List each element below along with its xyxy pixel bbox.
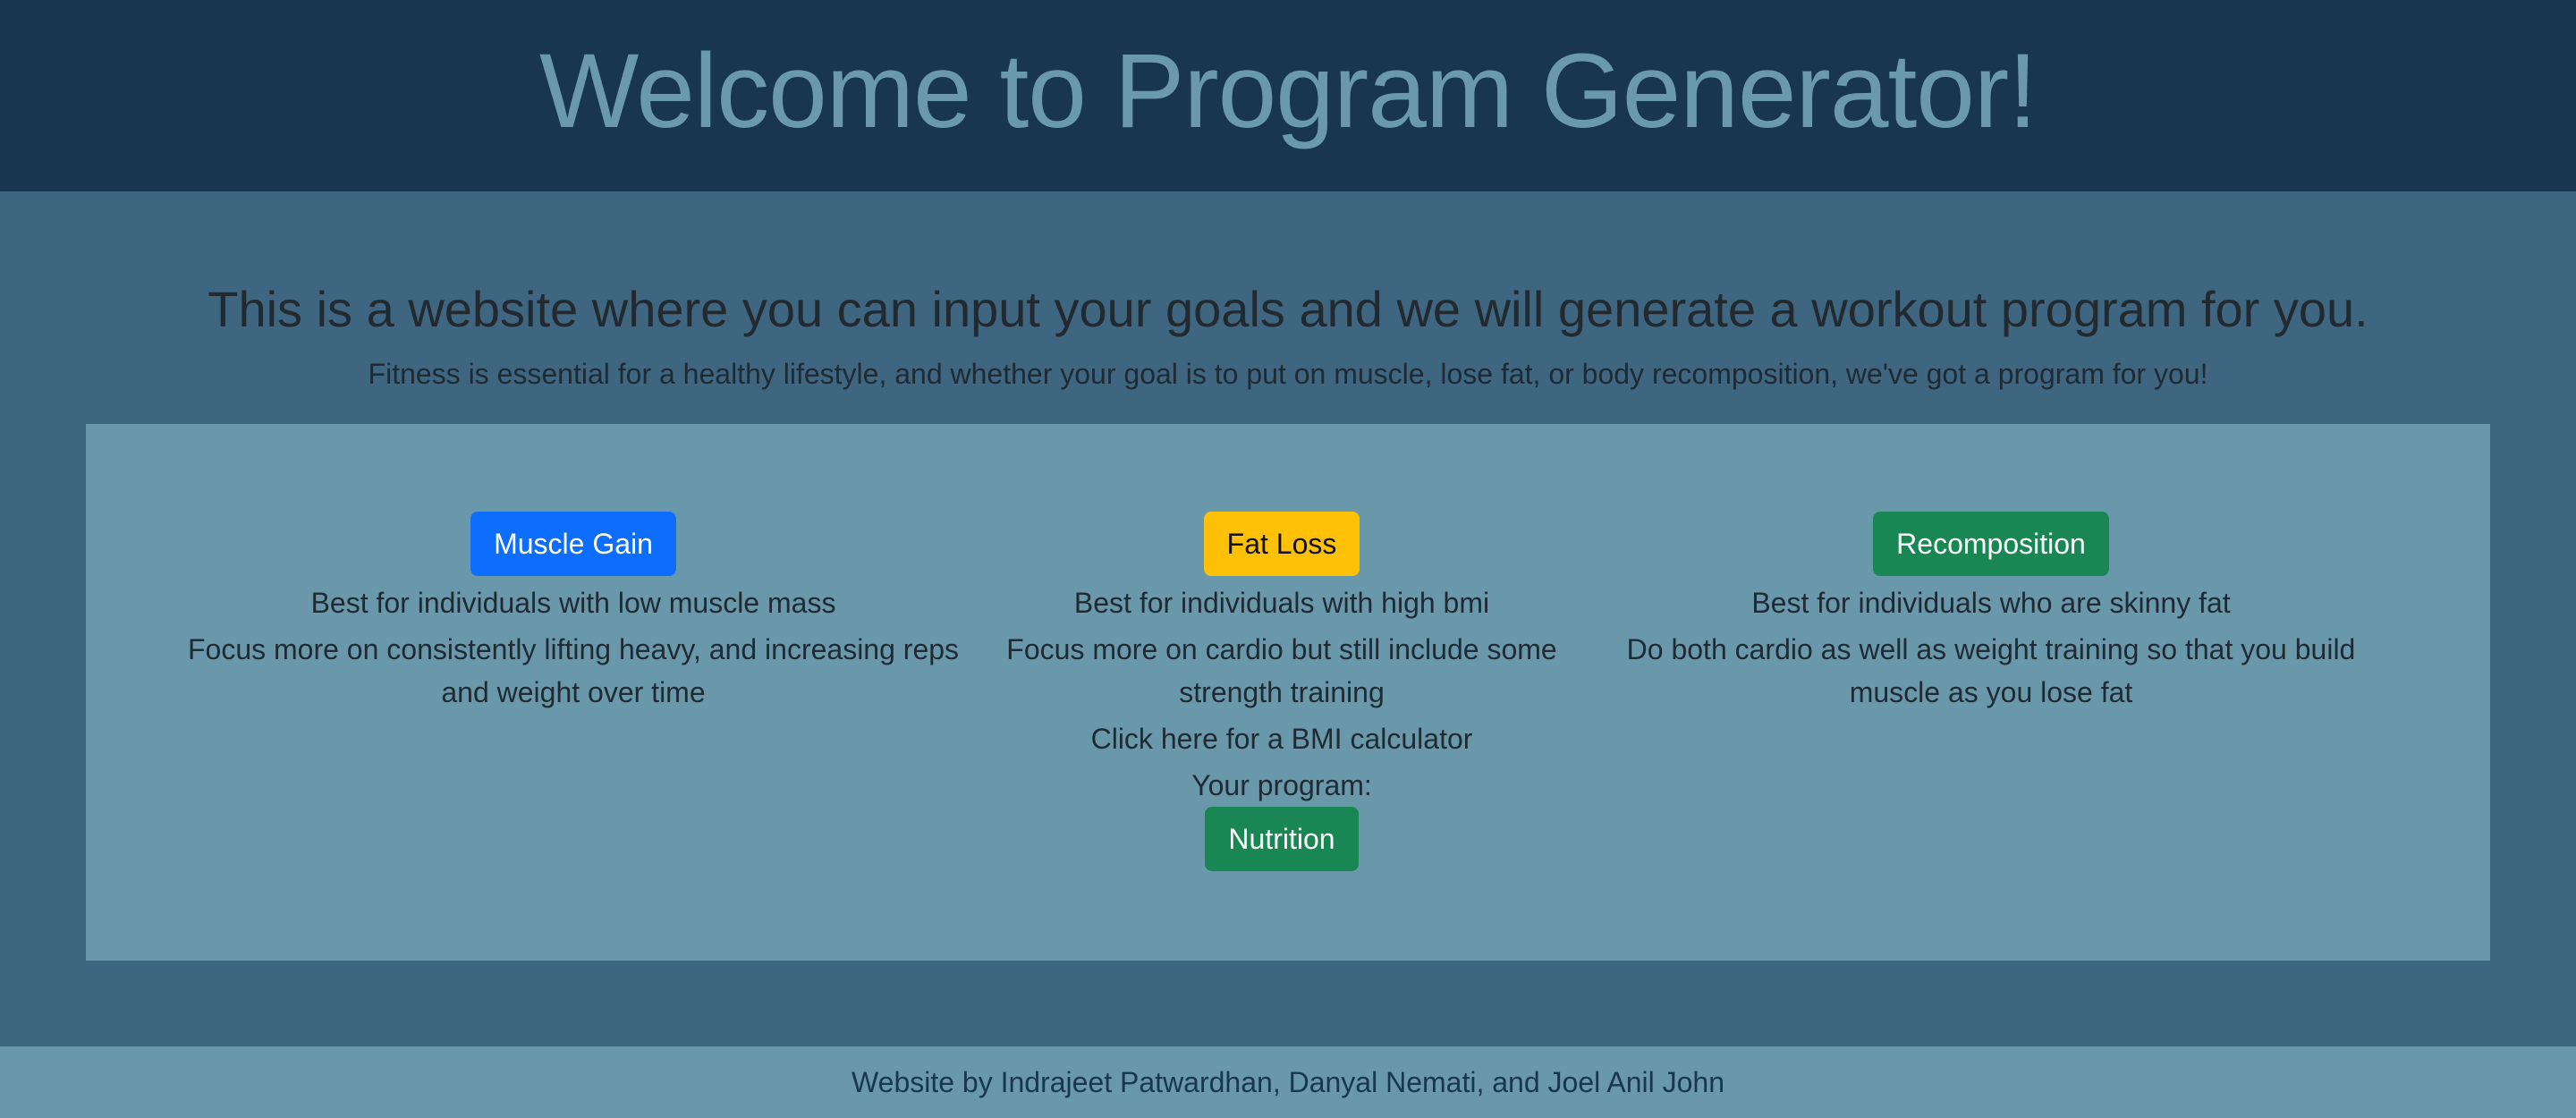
program-column-muscle-gain: Muscle Gain Best for individuals with lo… xyxy=(175,512,971,714)
program-column-recomposition: Recomposition Best for individuals who a… xyxy=(1606,512,2376,714)
fat-loss-focus: Focus more on cardio but still include s… xyxy=(1006,633,1557,708)
page-header: Welcome to Program Generator! xyxy=(0,0,2576,191)
recomposition-button[interactable]: Recomposition xyxy=(1873,512,2109,576)
main-content: This is a website where you can input yo… xyxy=(0,191,2576,1046)
intro-headline: This is a website where you can input yo… xyxy=(208,281,2368,337)
page-footer: Website by Indrajeet Patwardhan, Danyal … xyxy=(0,1046,2576,1118)
footer-credits: Website by Indrajeet Patwardhan, Danyal … xyxy=(852,1065,1724,1098)
recomposition-best-for: Best for individuals who are skinny fat xyxy=(1751,587,2231,619)
muscle-gain-best-for: Best for individuals with low muscle mas… xyxy=(310,587,836,619)
page-title: Welcome to Program Generator! xyxy=(539,32,2038,150)
program-column-fat-loss: Fat Loss Best for individuals with high … xyxy=(989,512,1574,877)
nutrition-button[interactable]: Nutrition xyxy=(1205,807,1359,871)
muscle-gain-button[interactable]: Muscle Gain xyxy=(470,512,676,576)
your-program-label: Your program: xyxy=(1191,769,1372,801)
muscle-gain-focus: Focus more on consistently lifting heavy… xyxy=(187,633,960,708)
program-panel: Muscle Gain Best for individuals with lo… xyxy=(86,424,2490,961)
recomposition-focus: Do both cardio as well as weight trainin… xyxy=(1626,633,2356,708)
intro-subline: Fitness is essential for a healthy lifes… xyxy=(368,358,2208,390)
fat-loss-best-for: Best for individuals with high bmi xyxy=(1073,587,1490,619)
fat-loss-button[interactable]: Fat Loss xyxy=(1203,512,1360,576)
bmi-calculator-link[interactable]: Click here for a BMI calculator xyxy=(989,717,1574,760)
